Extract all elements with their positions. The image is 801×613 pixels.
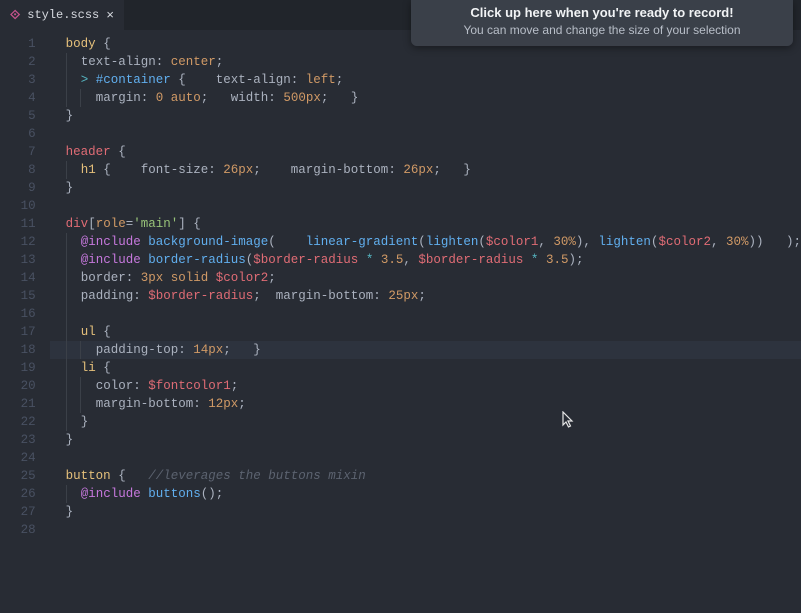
line-number: 22 [0, 413, 50, 431]
code-line[interactable]: li { [50, 359, 801, 377]
line-number: 26 [0, 485, 50, 503]
line-number: 13 [0, 251, 50, 269]
line-number: 16 [0, 305, 50, 323]
code-line[interactable]: margin-bottom: 12px; [50, 395, 801, 413]
code-line[interactable]: margin: 0 auto; width: 500px; } [50, 89, 801, 107]
line-number: 1 [0, 35, 50, 53]
code-line[interactable]: body { [50, 35, 801, 53]
line-number: 9 [0, 179, 50, 197]
close-icon[interactable]: × [106, 9, 114, 22]
code-line[interactable] [50, 125, 801, 143]
line-number: 10 [0, 197, 50, 215]
line-number: 7 [0, 143, 50, 161]
line-number: 25 [0, 467, 50, 485]
line-number: 17 [0, 323, 50, 341]
line-number: 12 [0, 233, 50, 251]
tab-filename: style.scss [27, 8, 99, 22]
code-line[interactable]: padding: $border-radius; margin-bottom: … [50, 287, 801, 305]
sass-file-icon: ⟐ [10, 9, 20, 22]
overlay-title: Click up here when you're ready to recor… [421, 4, 783, 22]
line-number: 8 [0, 161, 50, 179]
code-line[interactable]: @include buttons(); [50, 485, 801, 503]
line-number: 2 [0, 53, 50, 71]
code-line[interactable]: } [50, 431, 801, 449]
line-number: 15 [0, 287, 50, 305]
line-number: 24 [0, 449, 50, 467]
line-number: 23 [0, 431, 50, 449]
line-number: 5 [0, 107, 50, 125]
code-line[interactable]: @include border-radius($border-radius * … [50, 251, 801, 269]
code-line-active[interactable]: padding-top: 14px; } [50, 341, 801, 359]
code-line[interactable]: } [50, 179, 801, 197]
code-line[interactable]: text-align: center; [50, 53, 801, 71]
code-line[interactable]: } [50, 503, 801, 521]
code-area[interactable]: body { text-align: center; > #container … [50, 30, 801, 613]
line-number: 11 [0, 215, 50, 233]
line-number: 27 [0, 503, 50, 521]
code-line[interactable] [50, 197, 801, 215]
line-number: 4 [0, 89, 50, 107]
code-line[interactable]: border: 3px solid $color2; [50, 269, 801, 287]
code-line[interactable]: > #container { text-align: left; [50, 71, 801, 89]
line-number: 21 [0, 395, 50, 413]
code-line[interactable]: color: $fontcolor1; [50, 377, 801, 395]
line-number: 28 [0, 521, 50, 539]
code-line[interactable]: header { [50, 143, 801, 161]
code-line[interactable]: h1 { font-size: 26px; margin-bottom: 26p… [50, 161, 801, 179]
code-line[interactable] [50, 449, 801, 467]
code-line[interactable]: } [50, 107, 801, 125]
code-line[interactable] [50, 521, 801, 539]
code-line[interactable]: button { //leverages the buttons mixin [50, 467, 801, 485]
line-number: 18 [0, 341, 50, 359]
line-number: 14 [0, 269, 50, 287]
line-number: 3 [0, 71, 50, 89]
editor[interactable]: 1234567891011121314151617181920212223242… [0, 30, 801, 613]
code-line[interactable]: } [50, 413, 801, 431]
line-number: 20 [0, 377, 50, 395]
code-line[interactable]: ul { [50, 323, 801, 341]
code-line[interactable]: div[role='main'] { [50, 215, 801, 233]
code-line[interactable] [50, 305, 801, 323]
line-number: 19 [0, 359, 50, 377]
line-number: 6 [0, 125, 50, 143]
code-line[interactable]: @include background-image( linear-gradie… [50, 233, 801, 251]
tab-style-scss[interactable]: ⟐ style.scss × [0, 0, 124, 30]
line-number-gutter: 1234567891011121314151617181920212223242… [0, 30, 50, 613]
